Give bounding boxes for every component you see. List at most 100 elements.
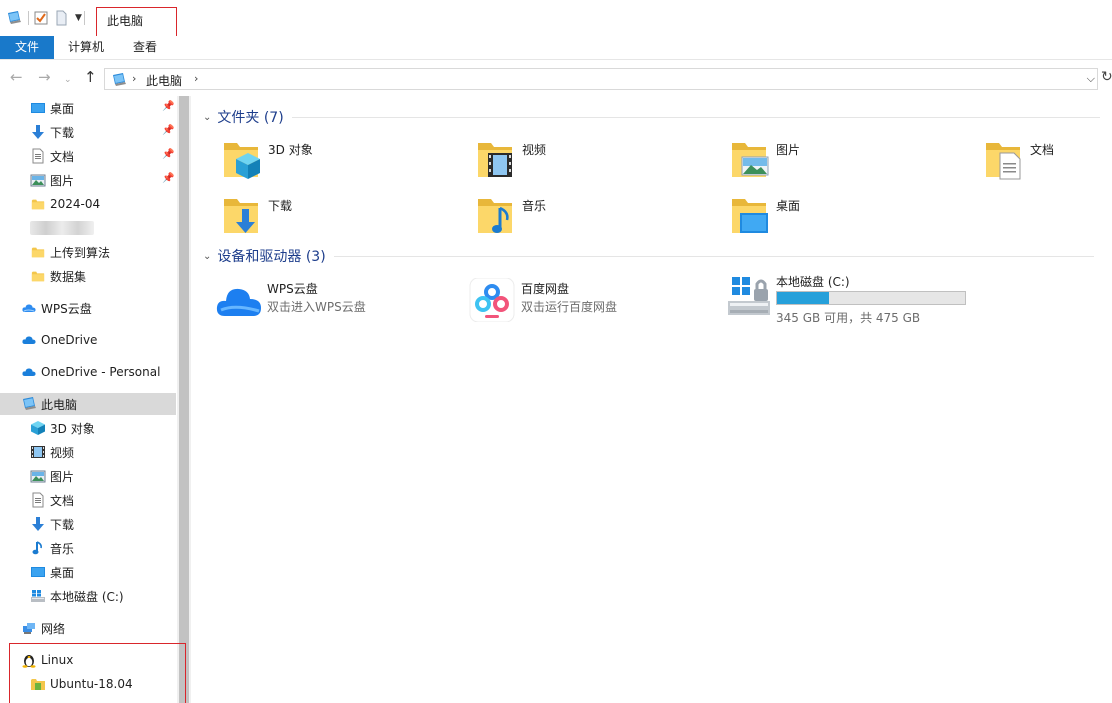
- forward-arrow-icon[interactable]: →: [38, 69, 51, 85]
- address-dropdown-icon[interactable]: ⌵: [1087, 72, 1095, 86]
- nav-item-3d-objects[interactable]: 3D 对象: [0, 417, 176, 439]
- scrollbar-thumb[interactable]: [179, 96, 189, 703]
- this-pc-icon[interactable]: [6, 10, 22, 26]
- this-pc-icon: [111, 72, 127, 91]
- navigation-scrollbar[interactable]: [177, 96, 191, 703]
- quick-access-toolbar: ▼: [6, 10, 89, 26]
- nav-item-label: OneDrive - Personal: [41, 365, 161, 379]
- customize-toolbar-dropdown-icon[interactable]: ▼: [75, 13, 82, 23]
- documents-folder-icon: [986, 143, 1021, 180]
- onedrive-cloud-icon: [21, 332, 37, 348]
- up-arrow-icon[interactable]: ↑: [84, 69, 97, 85]
- ribbon-tabs: 文件 计算机 查看: [0, 36, 1112, 60]
- toolbar-divider: [28, 11, 29, 25]
- tab-view[interactable]: 查看: [129, 36, 161, 59]
- drive-usage-fill: [777, 292, 829, 304]
- folder-tile-pictures[interactable]: 图片: [730, 137, 950, 183]
- folder-tile-music[interactable]: 音乐: [476, 193, 696, 239]
- pin-icon: 📌: [162, 149, 175, 160]
- new-folder-icon[interactable]: [53, 10, 69, 26]
- nav-item-label: 桌面: [50, 565, 75, 580]
- address-bar[interactable]: › 此电脑 › ⌵: [104, 68, 1098, 90]
- tile-label: 百度网盘: [521, 282, 570, 296]
- nav-item-2024-04[interactable]: 2024-04: [0, 193, 176, 215]
- recent-locations-chevron-icon[interactable]: ⌄: [64, 72, 72, 88]
- refresh-icon[interactable]: ↻: [1101, 69, 1112, 85]
- folder-tile-videos[interactable]: 视频: [476, 137, 696, 183]
- system-drive-icon: [728, 277, 770, 315]
- group-header-folders[interactable]: ⌄ 文件夹 (7): [203, 107, 1100, 127]
- group-header-devices[interactable]: ⌄ 设备和驱动器 (3): [203, 246, 1094, 266]
- drive-tile-local-disk-c[interactable]: 本地磁盘 (C:) 345 GB 可用，共 475 GB: [726, 273, 976, 325]
- nav-item-local-disk-c[interactable]: 本地磁盘 (C:): [0, 585, 176, 607]
- nav-item-redacted[interactable]: [0, 217, 176, 239]
- breadcrumb-chevron-icon[interactable]: ›: [132, 72, 136, 85]
- download-icon: [30, 124, 46, 140]
- tile-label: 桌面: [776, 199, 801, 213]
- group-title: 设备和驱动器 (3): [217, 249, 326, 265]
- tile-label: 图片: [776, 143, 801, 157]
- downloads-folder-icon: [224, 199, 258, 233]
- tile-label: 下载: [268, 199, 293, 213]
- nav-item-music[interactable]: 音乐: [0, 537, 176, 559]
- wps-cloud-icon: [21, 300, 37, 316]
- group-divider: [291, 116, 1100, 118]
- nav-item-wps-cloud[interactable]: WPS云盘: [0, 297, 176, 319]
- device-tile-wps-cloud[interactable]: WPS云盘 双击进入WPS云盘: [215, 278, 445, 324]
- breadcrumb-chevron-icon[interactable]: ›: [194, 72, 198, 85]
- folder-tile-3d-objects[interactable]: 3D 对象: [222, 137, 442, 183]
- network-icon: [21, 620, 37, 636]
- folder-tile-downloads[interactable]: 下载: [222, 193, 442, 239]
- group-title: 文件夹 (7): [217, 110, 284, 126]
- nav-item-upload-to-algorithm[interactable]: 上传到算法: [0, 241, 176, 263]
- group-divider: [333, 255, 1094, 257]
- nav-item-documents[interactable]: 文档 📌: [0, 145, 176, 167]
- properties-icon[interactable]: [33, 10, 49, 26]
- tile-label: 文档: [1030, 143, 1055, 157]
- nav-item-desktop-pc[interactable]: 桌面: [0, 561, 176, 583]
- nav-item-onedrive-personal[interactable]: OneDrive - Personal: [0, 361, 176, 383]
- nav-item-downloads[interactable]: 下载 📌: [0, 121, 176, 143]
- picture-icon: [30, 172, 46, 188]
- back-arrow-icon[interactable]: ←: [10, 69, 23, 85]
- nav-item-documents-pc[interactable]: 文档: [0, 489, 176, 511]
- nav-item-dataset[interactable]: 数据集: [0, 265, 176, 287]
- highlight-box-title: [96, 7, 177, 37]
- nav-item-label: 视频: [50, 445, 75, 460]
- folder-tile-desktop[interactable]: 桌面: [730, 193, 950, 239]
- nav-item-label: 桌面: [50, 101, 75, 116]
- onedrive-cloud-icon: [21, 364, 37, 380]
- nav-item-label: 本地磁盘 (C:): [50, 589, 124, 604]
- nav-item-label: 图片: [50, 469, 75, 484]
- baidu-netdisk-icon: [469, 278, 515, 322]
- nav-item-onedrive[interactable]: OneDrive: [0, 329, 176, 351]
- nav-item-label: WPS云盘: [41, 301, 92, 316]
- tab-computer[interactable]: 计算机: [66, 36, 106, 59]
- nav-item-pictures-pc[interactable]: 图片: [0, 465, 176, 487]
- nav-item-label: 2024-04: [50, 197, 101, 211]
- 3d-objects-folder-icon: [224, 143, 260, 179]
- pin-icon: 📌: [162, 125, 175, 136]
- nav-item-pictures[interactable]: 图片 📌: [0, 169, 176, 191]
- tile-label: WPS云盘: [267, 282, 318, 296]
- folder-tile-documents[interactable]: 文档: [984, 137, 1104, 183]
- wps-cloud-icon: [216, 288, 261, 316]
- tab-file[interactable]: 文件: [0, 36, 54, 59]
- nav-item-this-pc[interactable]: 此电脑: [0, 393, 176, 415]
- nav-item-downloads-pc[interactable]: 下载: [0, 513, 176, 535]
- tile-sublabel: 双击进入WPS云盘: [267, 300, 366, 314]
- nav-item-videos[interactable]: 视频: [0, 441, 176, 463]
- desktop-icon: [30, 564, 46, 580]
- nav-item-label: 数据集: [50, 269, 87, 284]
- collapse-chevron-icon[interactable]: ⌄: [203, 251, 211, 262]
- nav-item-network[interactable]: 网络: [0, 617, 176, 639]
- nav-item-label: 网络: [41, 621, 66, 636]
- nav-item-desktop[interactable]: 桌面 📌: [0, 97, 176, 119]
- collapse-chevron-icon[interactable]: ⌄: [203, 112, 211, 123]
- drive-free-space-text: 345 GB 可用，共 475 GB: [776, 311, 921, 325]
- nav-item-label: OneDrive: [41, 333, 98, 347]
- device-tile-baidu-netdisk[interactable]: 百度网盘 双击运行百度网盘: [469, 278, 699, 324]
- pin-icon: 📌: [162, 173, 175, 184]
- this-pc-icon: [21, 396, 37, 412]
- breadcrumb-this-pc[interactable]: 此电脑: [146, 72, 182, 89]
